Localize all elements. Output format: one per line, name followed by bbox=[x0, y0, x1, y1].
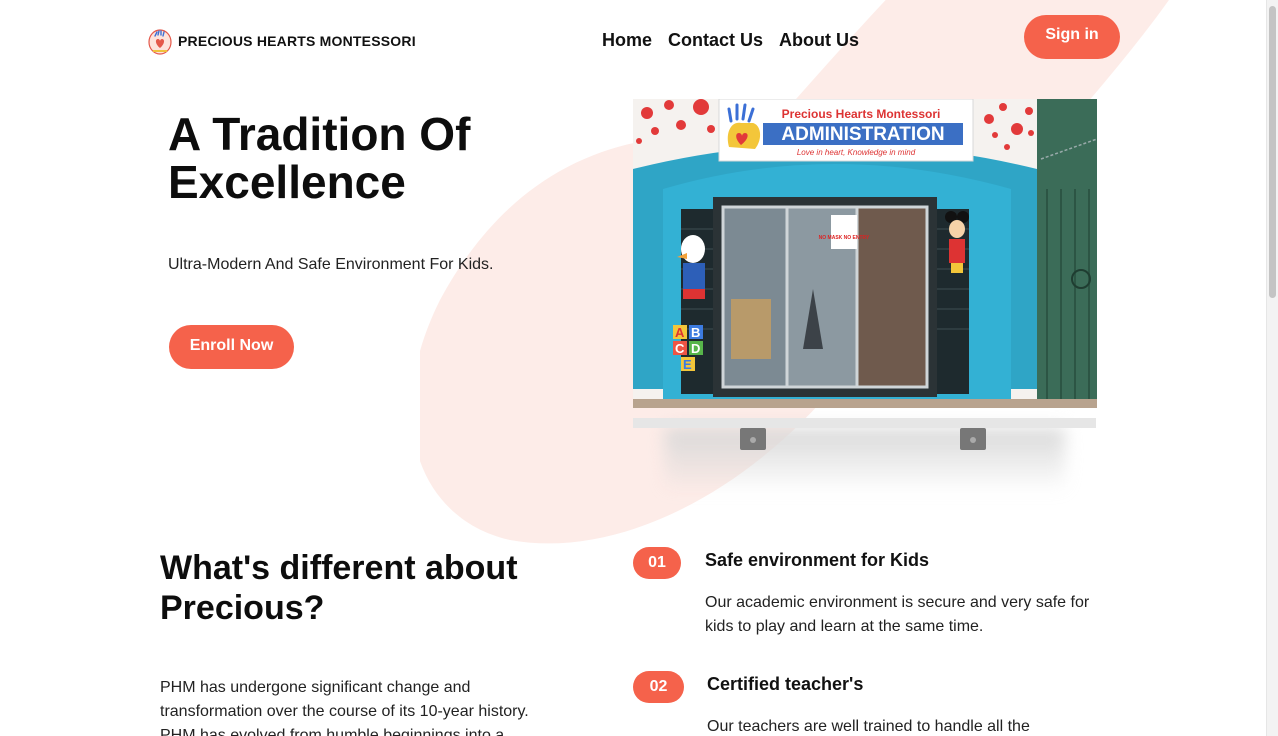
shelf-bracket-left bbox=[740, 428, 766, 450]
svg-text:E: E bbox=[683, 357, 692, 372]
feature-text: Our teachers are well trained to handle … bbox=[707, 718, 1030, 735]
svg-text:C: C bbox=[675, 341, 685, 356]
scrollbar[interactable] bbox=[1266, 0, 1278, 736]
feature-title: Certified teacher's bbox=[707, 674, 864, 694]
sign-title: ADMINISTRATION bbox=[781, 124, 944, 145]
hero-title-line-1: A Tradition Of bbox=[168, 108, 471, 160]
svg-text:A: A bbox=[675, 325, 685, 340]
feature-text: Our academic environment is secure and v… bbox=[705, 594, 1090, 635]
nav-about-us[interactable]: About Us bbox=[779, 30, 859, 51]
shelf-shadow bbox=[665, 428, 1065, 492]
shelf-bracket-right bbox=[960, 428, 986, 450]
feature-number-badge: 02 bbox=[633, 671, 684, 703]
nav-home[interactable]: Home bbox=[602, 30, 652, 51]
sign-tagline: Love in heart, Knowledge in mind bbox=[797, 148, 916, 157]
feature-title: Safe environment for Kids bbox=[705, 550, 930, 570]
sign-school-name: Precious Hearts Montessori bbox=[782, 107, 941, 121]
school-logo-icon bbox=[148, 29, 172, 55]
main-nav: Home Contact Us About Us bbox=[602, 30, 859, 51]
hero-subtitle: Ultra-Modern And Safe Environment For Ki… bbox=[168, 256, 494, 273]
brand-logo[interactable]: PRECIOUS HEARTS MONTESSORI bbox=[148, 27, 416, 55]
nav-contact-us[interactable]: Contact Us bbox=[668, 30, 763, 51]
feature-number-badge: 01 bbox=[633, 547, 681, 579]
enroll-now-button[interactable]: Enroll Now bbox=[169, 325, 294, 369]
hero-photo: NO MASK NO ENTRY A B C D E Precious Hear… bbox=[633, 99, 1097, 408]
about-body: PHM has undergone significant change and… bbox=[160, 679, 529, 736]
svg-text:D: D bbox=[691, 341, 700, 356]
administration-building-image: NO MASK NO ENTRY A B C D E Precious Hear… bbox=[633, 99, 1097, 408]
sign-in-button[interactable]: Sign in bbox=[1024, 15, 1120, 59]
hero-title: A Tradition Of Excellence bbox=[168, 110, 588, 206]
brand-name: PRECIOUS HEARTS MONTESSORI bbox=[178, 33, 416, 49]
hero-title-line-2: Excellence bbox=[168, 156, 406, 208]
svg-text:B: B bbox=[691, 325, 700, 340]
about-title: What's different about Precious? bbox=[160, 549, 518, 627]
scrollbar-thumb[interactable] bbox=[1269, 6, 1276, 298]
no-mask-notice: NO MASK NO ENTRY bbox=[819, 235, 870, 241]
photo-shelf bbox=[633, 418, 1096, 428]
